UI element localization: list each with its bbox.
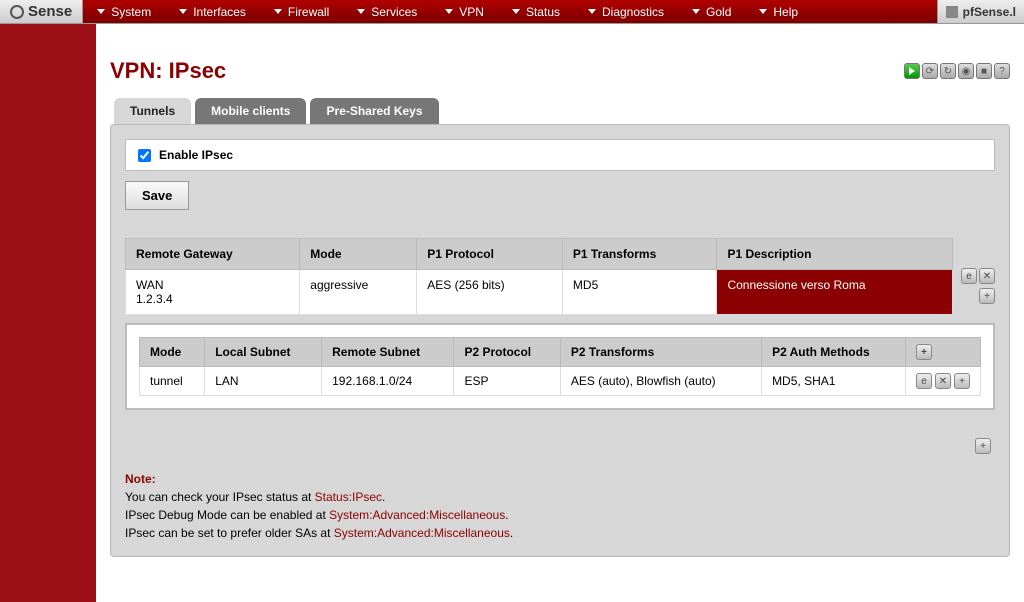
p2-header-mode: Mode	[140, 338, 205, 367]
p1-interface: WAN	[136, 278, 289, 292]
chevron-down-icon	[588, 9, 596, 14]
edit-icon[interactable]: e	[961, 268, 977, 284]
phase1-table: Remote Gateway Mode P1 Protocol P1 Trans…	[125, 238, 953, 315]
link-advanced-misc[interactable]: System:Advanced:Miscellaneous	[334, 526, 510, 540]
p1-header-transforms: P1 Transforms	[562, 239, 717, 270]
tab-pre-shared-keys[interactable]: Pre-Shared Keys	[310, 98, 438, 124]
enable-ipsec-row: Enable IPsec	[125, 139, 995, 171]
edit-icon[interactable]: e	[916, 373, 932, 389]
nav-vpn[interactable]: VPN	[431, 0, 498, 23]
chevron-down-icon	[97, 9, 105, 14]
add-phase1-row: +	[125, 438, 995, 454]
nav-help[interactable]: Help	[745, 0, 812, 23]
page-title: VPN: IPsec	[110, 58, 226, 84]
service-reload-icon[interactable]: ↻	[940, 63, 956, 79]
add-icon[interactable]: +	[916, 344, 932, 360]
p1-remote-ip: 1.2.3.4	[136, 292, 289, 306]
note-header: Note:	[125, 470, 995, 488]
chevron-down-icon	[512, 9, 520, 14]
service-controls: ⟳ ↻ ◉ ■ ?	[904, 63, 1010, 79]
help-icon[interactable]: ?	[994, 63, 1010, 79]
note-block: Note: You can check your IPsec status at…	[125, 470, 995, 542]
tabs: Tunnels Mobile clients Pre-Shared Keys	[114, 98, 1010, 124]
service-stop-icon[interactable]: ■	[976, 63, 992, 79]
add-icon[interactable]: +	[975, 438, 991, 454]
p1-header-mode: Mode	[300, 239, 417, 270]
p2-header-transforms: P2 Transforms	[560, 338, 761, 367]
add-icon[interactable]: +	[979, 288, 995, 304]
p1-transforms: MD5	[562, 270, 717, 315]
top-bar: Sense System Interfaces Firewall Service…	[0, 0, 1024, 24]
p2-header-auth: P2 Auth Methods	[762, 338, 906, 367]
nav-status[interactable]: Status	[498, 0, 574, 23]
service-start-icon[interactable]	[904, 63, 920, 79]
chevron-down-icon	[179, 9, 187, 14]
p2-mode: tunnel	[140, 367, 205, 396]
delete-icon[interactable]: ✕	[935, 373, 951, 389]
phase2-table: Mode Local Subnet Remote Subnet P2 Proto…	[139, 337, 981, 396]
phase2-row: tunnel LAN 192.168.1.0/24 ESP AES (auto)…	[140, 367, 981, 396]
nav-diagnostics[interactable]: Diagnostics	[574, 0, 678, 23]
phase1-row-actions: e ✕ +	[961, 238, 995, 304]
host-label: pfSense.l	[937, 0, 1024, 23]
p2-local: LAN	[205, 367, 322, 396]
main-nav: System Interfaces Firewall Services VPN …	[83, 0, 936, 23]
nav-interfaces[interactable]: Interfaces	[165, 0, 260, 23]
p2-transforms: AES (auto), Blowfish (auto)	[560, 367, 761, 396]
chevron-down-icon	[692, 9, 700, 14]
delete-icon[interactable]: ✕	[979, 268, 995, 284]
service-restart-icon[interactable]: ⟳	[922, 63, 938, 79]
p2-remote: 192.168.1.0/24	[322, 367, 454, 396]
save-button[interactable]: Save	[125, 181, 189, 210]
left-gutter	[0, 24, 96, 602]
link-advanced-misc[interactable]: System:Advanced:Miscellaneous	[329, 508, 505, 522]
enable-ipsec-label: Enable IPsec	[159, 148, 233, 162]
host-icon	[946, 6, 958, 18]
gear-icon	[10, 5, 24, 19]
p1-header-description: P1 Description	[717, 239, 953, 270]
add-icon[interactable]: +	[954, 373, 970, 389]
p1-header-gateway: Remote Gateway	[126, 239, 300, 270]
p2-header-remote: Remote Subnet	[322, 338, 454, 367]
brand-text: Sense	[28, 3, 72, 20]
tab-mobile-clients[interactable]: Mobile clients	[195, 98, 306, 124]
service-status-icon[interactable]: ◉	[958, 63, 974, 79]
chevron-down-icon	[759, 9, 767, 14]
p2-protocol: ESP	[454, 367, 560, 396]
nav-gold[interactable]: Gold	[678, 0, 745, 23]
p1-description: Connessione verso Roma	[717, 270, 953, 315]
p1-mode: aggressive	[300, 270, 417, 315]
nav-system[interactable]: System	[83, 0, 165, 23]
p2-header-local: Local Subnet	[205, 338, 322, 367]
p1-header-protocol: P1 Protocol	[417, 239, 563, 270]
panel: Enable IPsec Save Remote Gateway Mode P1…	[110, 124, 1010, 557]
nav-firewall[interactable]: Firewall	[260, 0, 343, 23]
p2-header-actions: +	[906, 338, 981, 367]
chevron-down-icon	[274, 9, 282, 14]
tab-tunnels[interactable]: Tunnels	[114, 98, 191, 124]
phase1-row: WAN 1.2.3.4 aggressive AES (256 bits) MD…	[126, 270, 953, 315]
link-status-ipsec[interactable]: Status:IPsec	[315, 490, 382, 504]
phase2-container: Mode Local Subnet Remote Subnet P2 Proto…	[125, 323, 995, 410]
nav-services[interactable]: Services	[343, 0, 431, 23]
phase2-row-actions: e ✕ +	[916, 373, 970, 389]
p1-protocol: AES (256 bits)	[417, 270, 563, 315]
chevron-down-icon	[357, 9, 365, 14]
p2-header-protocol: P2 Protocol	[454, 338, 560, 367]
logo: Sense	[0, 0, 83, 23]
chevron-down-icon	[445, 9, 453, 14]
p2-auth: MD5, SHA1	[762, 367, 906, 396]
enable-ipsec-checkbox[interactable]	[138, 149, 151, 162]
